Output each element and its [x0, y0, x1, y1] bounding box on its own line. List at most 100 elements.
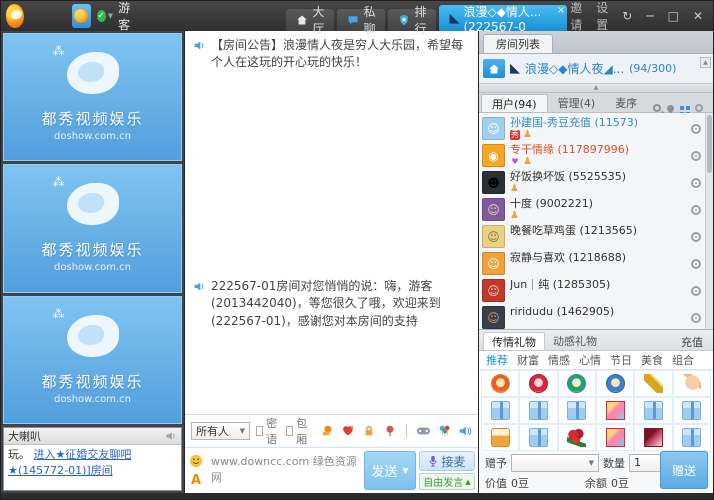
user-list-item[interactable]: ☺ 十度 (9002221) ♟ — [482, 196, 713, 223]
webcam-icon[interactable] — [691, 124, 701, 134]
user-list-item[interactable]: ◉ 专干情缘 (117897996) ♥ ♟ — [482, 142, 713, 169]
lollipop-pin-icon[interactable] — [383, 424, 397, 438]
webcam-icon[interactable] — [691, 259, 701, 269]
gift-category[interactable]: 心情 — [579, 352, 601, 368]
send-gift-button[interactable]: 赠送 — [660, 451, 708, 489]
video-slot[interactable]: 都秀视频娱乐 doshow.com.cn — [3, 296, 182, 424]
free-speech-button[interactable]: 自由发言 ▲ — [419, 473, 475, 490]
webcam-icon[interactable] — [691, 151, 701, 161]
webcam-icon[interactable] — [691, 313, 701, 323]
tab-animated-gifts[interactable]: 动感礼物 — [545, 332, 605, 350]
user-list-item[interactable]: ☻ 好饭换坏饭 (5525535) ♟ — [482, 169, 713, 196]
scrollbar-thumb[interactable] — [707, 115, 712, 173]
gift-item[interactable] — [558, 370, 596, 397]
tab-ranking[interactable]: 排行 — [388, 9, 436, 31]
booth-checkbox[interactable]: 包厢 — [286, 415, 310, 447]
gift-item[interactable] — [596, 397, 634, 424]
give-to-select[interactable]: ▼ — [511, 454, 599, 472]
lock-icon[interactable] — [362, 424, 376, 438]
refresh-icon[interactable]: ↻ — [622, 9, 632, 23]
send-options-caret-icon[interactable]: ▼ — [402, 466, 408, 475]
online-status-icon[interactable]: ✓ — [97, 10, 106, 22]
gift-category[interactable]: 组合 — [672, 352, 694, 368]
gift-item[interactable] — [673, 424, 711, 451]
settings-button[interactable]: 设置 — [596, 0, 608, 33]
gift-item[interactable] — [673, 370, 711, 397]
gift-item[interactable] — [673, 397, 711, 424]
font-style-button[interactable]: A — [191, 473, 201, 488]
invite-button[interactable]: 邀请 — [570, 0, 582, 33]
horn-speaker-icon[interactable] — [165, 430, 177, 442]
tab-mic-order[interactable]: 麦序 — [605, 94, 647, 112]
tab-lobby[interactable]: 大厅 — [286, 9, 334, 31]
current-room-row[interactable]: ◣ 浪漫◇◆情人夜◢... (94/300) ▲ — [479, 54, 713, 84]
video-slot[interactable]: 都秀视频娱乐 doshow.com.cn — [3, 164, 182, 292]
user-avatar: ☺ — [482, 198, 505, 221]
send-button[interactable]: 发送 ▼ — [364, 451, 416, 490]
room-home-button[interactable] — [483, 59, 505, 78]
balloons-icon[interactable] — [438, 424, 452, 438]
take-mic-button[interactable]: 接麦 — [419, 451, 475, 471]
tab-room-list[interactable]: 房间列表 — [483, 34, 553, 53]
nudge-hand-icon[interactable] — [320, 424, 334, 438]
room-list-scroll-up[interactable]: ▲ — [700, 57, 711, 68]
gift-item[interactable] — [558, 397, 596, 424]
gift-item[interactable] — [481, 397, 519, 424]
sound-speaker-icon[interactable] — [458, 424, 472, 438]
webcam-icon[interactable] — [691, 232, 701, 242]
status-dropdown-caret-icon[interactable]: ▼ — [108, 12, 113, 20]
gift-category[interactable]: 推荐 — [486, 352, 508, 368]
message-input[interactable]: www.downcc.com 绿色资源网 — [207, 448, 361, 493]
maximize-button[interactable]: □ — [668, 9, 679, 23]
tab-users[interactable]: 用户(94) — [481, 94, 548, 112]
close-tab-icon[interactable]: × — [557, 5, 565, 16]
gift-item[interactable] — [519, 424, 557, 451]
user-list-item[interactable]: ☺ 孙建国-秀豆充值 (11573) 秀 ♟ — [482, 115, 713, 142]
gift-item[interactable] — [519, 370, 557, 397]
gift-category[interactable]: 节日 — [610, 352, 632, 368]
chat-message-announcement: 【房间公告】浪漫情人夜是穷人大乐园，希望每个人在这玩的开心玩的快乐！ — [193, 37, 470, 72]
tab-private-chat[interactable]: 私聊 — [337, 9, 385, 31]
room-swoosh-icon: ◣ — [449, 12, 459, 25]
webcam-icon[interactable] — [691, 205, 701, 215]
tab-room-active[interactable]: ◣ 浪漫◇◆情人...(222567-0 × — [439, 5, 567, 31]
search-icon[interactable] — [653, 104, 661, 112]
gift-item[interactable] — [596, 424, 634, 451]
take-mic-label: 接麦 — [441, 453, 465, 470]
gift-item[interactable] — [481, 424, 519, 451]
gift-item[interactable] — [634, 370, 672, 397]
gift-item[interactable] — [596, 370, 634, 397]
gamepad-icon[interactable] — [416, 425, 431, 437]
tab-admins[interactable]: 管理(4) — [548, 94, 606, 112]
room-list-collapse-bar[interactable]: ▲ — [479, 84, 713, 93]
gift-item[interactable] — [634, 424, 672, 451]
user-list-item[interactable]: ☺ 晚餐吃草鸡蛋 (1213565) — [482, 223, 713, 250]
video-slot[interactable]: 都秀视频娱乐 doshow.com.cn — [3, 33, 182, 161]
emoji-smiley-icon[interactable] — [189, 454, 203, 468]
tab-romance-gifts[interactable]: 传情礼物 — [483, 332, 545, 350]
grid-view-icon[interactable] — [680, 106, 684, 110]
kiss-heart-icon[interactable] — [341, 424, 355, 438]
user-list-item[interactable]: ☺ riridudu (1462905) — [482, 304, 713, 329]
gift-category[interactable]: 财富 — [517, 352, 539, 368]
recharge-link[interactable]: 充值 — [681, 334, 709, 350]
whisper-checkbox[interactable]: 密语 — [256, 415, 280, 447]
user-avatar[interactable] — [72, 4, 90, 28]
gift-item[interactable] — [634, 397, 672, 424]
gift-category[interactable]: 美食 — [641, 352, 663, 368]
user-list-item[interactable]: ☺ 寂静与喜欢 (1218688) — [482, 250, 713, 277]
user-list-item[interactable]: ☺ Jun｜纯 (1285305) — [482, 277, 713, 304]
gift-item[interactable] — [558, 424, 596, 451]
close-button[interactable]: ✕ — [693, 9, 703, 23]
audience-select[interactable]: 所有人 ▼ — [191, 422, 250, 440]
webcam-icon[interactable] — [691, 286, 701, 296]
user-badges: ♟ — [510, 211, 691, 221]
minimize-button[interactable]: ─ — [646, 9, 653, 23]
gift-item[interactable] — [519, 397, 557, 424]
user-id: (117897996) — [558, 144, 630, 156]
webcam-icon[interactable] — [691, 178, 701, 188]
locate-pin-icon[interactable] — [666, 103, 676, 113]
gift-item[interactable] — [481, 370, 519, 397]
gift-category[interactable]: 情感 — [548, 352, 570, 368]
webcam-filter-icon[interactable] — [695, 104, 703, 112]
